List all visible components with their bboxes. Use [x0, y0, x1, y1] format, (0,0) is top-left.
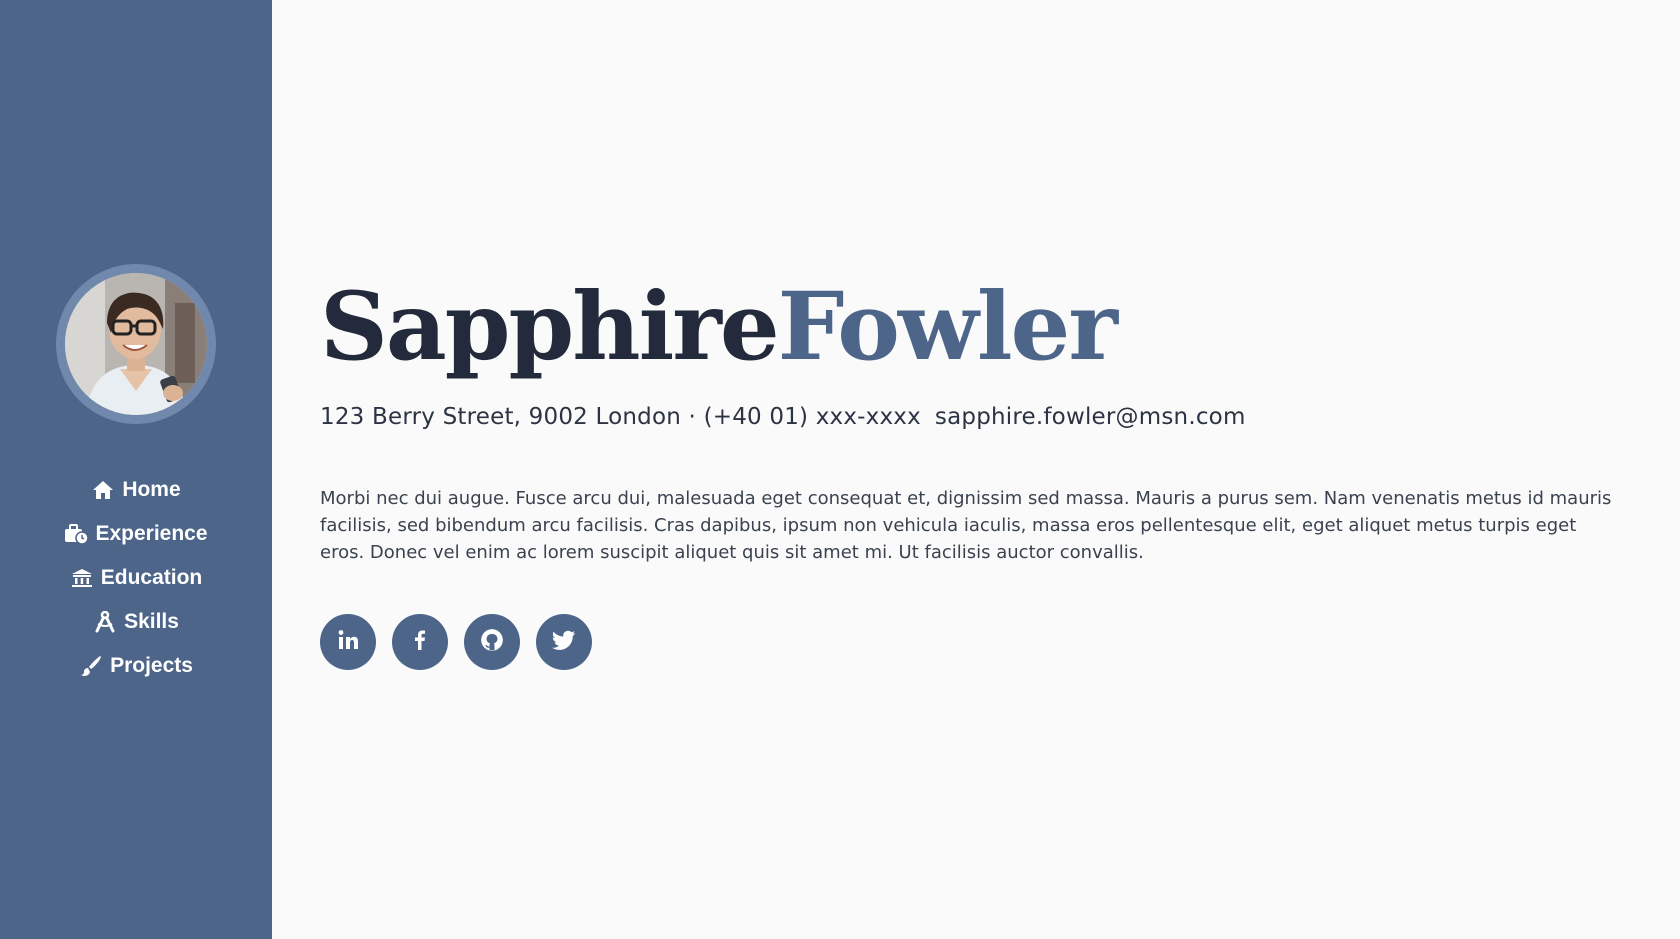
github-button[interactable] [464, 614, 520, 670]
nav-label-projects: Projects [110, 654, 193, 677]
last-name: Fowler [777, 272, 1118, 382]
facebook-button[interactable] [392, 614, 448, 670]
email-link[interactable]: sapphire.fowler@msn.com [935, 404, 1246, 430]
paint-brush-icon [79, 655, 103, 677]
nav-label-experience: Experience [95, 522, 208, 545]
twitter-button[interactable] [536, 614, 592, 670]
briefcase-clock-icon [64, 523, 89, 545]
nav-item-home[interactable]: Home [0, 468, 272, 512]
sidebar-nav: Home Experience Education Skills Project… [0, 468, 272, 688]
university-icon [70, 567, 94, 589]
first-name: Sapphire [320, 272, 780, 382]
facebook-icon [408, 628, 432, 657]
avatar-ring [56, 264, 216, 424]
linkedin-button[interactable] [320, 614, 376, 670]
page-title: SapphireFowler [320, 262, 1118, 392]
sidebar: Home Experience Education Skills Project… [0, 0, 272, 939]
address-phone: 123 Berry Street, 9002 London · (+40 01)… [320, 404, 921, 430]
compass-drafting-icon [93, 611, 117, 633]
nav-label-home: Home [122, 478, 181, 501]
contact-line: 123 Berry Street, 9002 London · (+40 01)… [320, 404, 1246, 430]
avatar [65, 273, 207, 415]
github-icon [479, 627, 505, 658]
nav-label-skills: Skills [124, 610, 179, 633]
bio-paragraph: Morbi nec dui augue. Fusce arcu dui, mal… [320, 488, 1612, 563]
home-icon [91, 479, 115, 501]
profile-photo [65, 273, 207, 415]
nav-item-projects[interactable]: Projects [0, 644, 272, 688]
nav-item-education[interactable]: Education [0, 556, 272, 600]
nav-label-education: Education [100, 566, 203, 589]
social-links [320, 614, 608, 670]
nav-item-skills[interactable]: Skills [0, 600, 272, 644]
twitter-icon [551, 628, 577, 657]
nav-item-experience[interactable]: Experience [0, 512, 272, 556]
linkedin-icon [336, 628, 360, 657]
